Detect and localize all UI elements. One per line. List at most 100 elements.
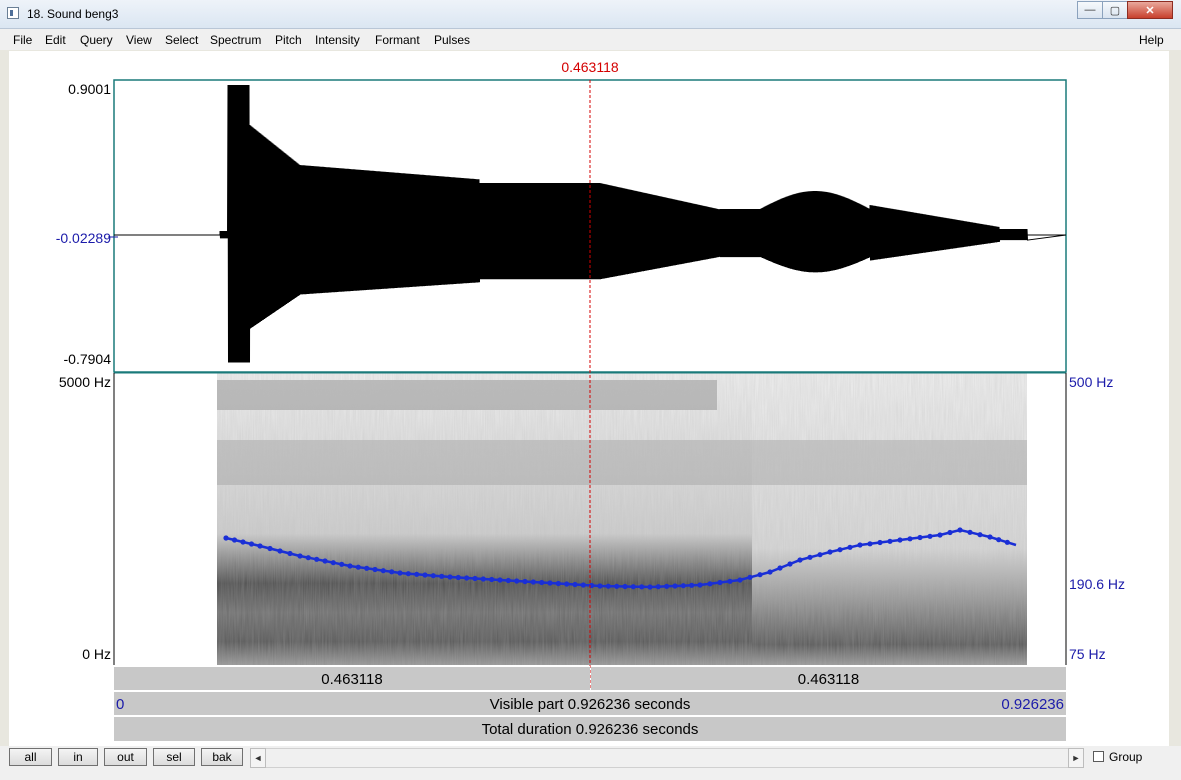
pitch-point — [480, 576, 486, 582]
pitch-point — [697, 582, 703, 588]
pitch-point — [430, 573, 436, 579]
pitch-point — [639, 584, 645, 590]
pitch-point — [689, 582, 695, 588]
pitch-point — [305, 555, 311, 561]
pitch-point — [757, 572, 763, 578]
pitch-point — [622, 583, 628, 590]
pitch-point — [717, 579, 723, 586]
pitch-point — [787, 561, 793, 567]
pitch-point — [937, 532, 943, 538]
scroll-right-arrow-icon[interactable]: ► — [1068, 748, 1084, 768]
pitch-point — [664, 583, 670, 589]
pitch-point — [330, 560, 336, 566]
pitch-point — [917, 534, 923, 541]
pitch-point — [372, 566, 378, 573]
pitch-point — [248, 541, 255, 547]
pitch-point — [747, 574, 753, 580]
pitch-point — [297, 553, 303, 559]
pitch-point — [405, 571, 411, 577]
pitch-point — [867, 541, 873, 547]
pitch-point — [287, 550, 293, 557]
pitch-point — [597, 583, 603, 589]
segment-left-bar[interactable]: 0.463118 — [114, 666, 590, 691]
segment-right-bar[interactable]: 0.463118 — [591, 666, 1066, 691]
zoom-selection-button[interactable]: sel — [153, 748, 195, 766]
group-checkbox-label: Group — [1109, 750, 1143, 764]
pitch-point — [223, 535, 229, 541]
total-duration-bar[interactable]: Total duration 0.926236 seconds — [114, 716, 1066, 742]
pitch-point — [977, 532, 983, 538]
pitch-point — [231, 537, 238, 543]
zoom-all-button[interactable]: all — [9, 748, 52, 766]
pitch-point — [947, 529, 953, 536]
pitch-point — [655, 584, 661, 590]
pitch-point — [817, 552, 823, 558]
zoom-out-button[interactable]: out — [104, 748, 147, 766]
pitch-point — [614, 583, 620, 589]
sound-plots[interactable] — [0, 0, 1181, 780]
group-checkbox[interactable] — [1093, 751, 1104, 762]
pitch-point — [505, 577, 511, 584]
pitch-point — [257, 543, 263, 549]
pitch-point — [847, 544, 853, 550]
pitch-point — [355, 564, 361, 570]
pitch-point — [797, 557, 803, 563]
pitch-point — [267, 545, 273, 552]
total-duration-label: Total duration 0.926236 seconds — [481, 721, 699, 738]
scroll-left-arrow-icon[interactable]: ◄ — [250, 748, 266, 768]
horizontal-scrollbar[interactable] — [266, 748, 1068, 768]
pitch-point — [322, 558, 328, 564]
visible-end-time: 0.926236 — [1001, 696, 1064, 713]
pitch-point — [455, 574, 461, 581]
pitch-point — [672, 583, 678, 589]
pitch-point — [472, 575, 478, 582]
zoom-in-button[interactable]: in — [58, 748, 98, 766]
pitch-point — [572, 581, 578, 588]
pitch-point — [580, 582, 586, 588]
pitch-point — [605, 583, 611, 589]
pitch-point — [737, 577, 743, 583]
pitch-point — [927, 533, 933, 539]
pitch-point — [707, 581, 713, 587]
pitch-point — [422, 572, 428, 578]
pitch-point — [987, 534, 993, 540]
pitch-point — [240, 539, 246, 545]
pitch-point — [996, 537, 1002, 543]
pitch-point — [897, 537, 903, 543]
pitch-point — [767, 569, 773, 575]
pitch-point — [555, 580, 561, 587]
pitch-point — [347, 563, 353, 569]
pitch-point — [497, 577, 503, 583]
pitch-point — [877, 539, 883, 546]
pitch-point — [630, 584, 636, 590]
pitch-point — [547, 580, 553, 586]
pitch-point — [447, 574, 453, 580]
pitch-point — [397, 570, 403, 576]
pitch-point — [522, 578, 528, 585]
pitch-point — [464, 575, 470, 581]
visible-part-label: Visible part 0.926236 seconds — [489, 696, 691, 713]
pitch-point — [647, 584, 653, 590]
zoom-back-button[interactable]: bak — [201, 748, 243, 766]
pitch-point — [414, 571, 420, 577]
pitch-point — [380, 568, 386, 574]
pitch-point — [1004, 539, 1010, 545]
pitch-point — [439, 573, 445, 579]
pitch-point — [807, 554, 813, 560]
pitch-point — [827, 549, 833, 555]
pitch-point — [514, 578, 520, 584]
segment-left-duration: 0.463118 — [321, 671, 383, 688]
spectrogram-image — [217, 373, 1027, 665]
pitch-point — [530, 579, 536, 585]
pitch-point — [389, 569, 395, 575]
pitch-point — [539, 579, 545, 586]
pitch-point — [967, 529, 973, 535]
praat-sound-editor-window: 18. Sound beng3 — ▢ ✕ File Edit Query Vi… — [0, 0, 1181, 780]
pitch-point — [277, 548, 283, 554]
pitch-point — [564, 581, 570, 587]
pitch-point — [489, 576, 495, 583]
pitch-point — [339, 561, 345, 567]
pitch-point — [837, 547, 843, 553]
segment-right-duration: 0.463118 — [797, 671, 860, 688]
visible-part-bar[interactable]: 0 Visible part 0.926236 seconds 0.926236 — [114, 691, 1066, 716]
